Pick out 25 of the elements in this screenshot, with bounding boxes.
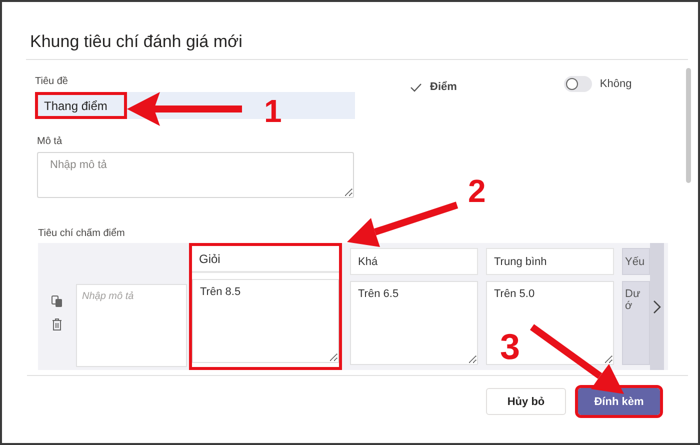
description-field[interactable]: Nhập mô tả [37, 152, 354, 198]
chevron-right-icon [653, 300, 661, 314]
cancel-button[interactable]: Hủy bỏ [486, 388, 566, 415]
level-name-field[interactable]: Yếu [622, 248, 650, 275]
level-description-field[interactable]: Dướ [622, 281, 650, 365]
section-label: Tiêu chí chấm điểm [38, 228, 126, 239]
copy-icon[interactable] [51, 295, 63, 308]
title-field[interactable]: Thang điểm [38, 95, 124, 116]
level-name-field[interactable]: Trung bình [486, 248, 614, 275]
points-label: Điểm [430, 81, 457, 93]
field-label: Tiêu đề [35, 76, 69, 87]
scrollbar[interactable] [686, 68, 691, 183]
level-description-field[interactable]: Trên 8.5 [192, 279, 339, 363]
level-name-field[interactable]: Khá [350, 248, 478, 275]
step-number: 3 [500, 326, 520, 367]
trash-icon[interactable] [52, 318, 62, 331]
field-label: Mô tả [37, 136, 64, 147]
step-number: 2 [468, 173, 486, 209]
criterion-description-field[interactable]: Nhập mô tả [76, 284, 187, 367]
toggle-switch[interactable] [564, 76, 592, 92]
step-number: 1 [264, 93, 282, 129]
dialog-title: Khung tiêu chí đánh giá mới [29, 31, 244, 53]
toggle-label: Không [600, 78, 632, 90]
level-description-field[interactable]: Trên 6.5 [350, 281, 478, 365]
attach-button[interactable]: Đính kèm [578, 388, 660, 415]
